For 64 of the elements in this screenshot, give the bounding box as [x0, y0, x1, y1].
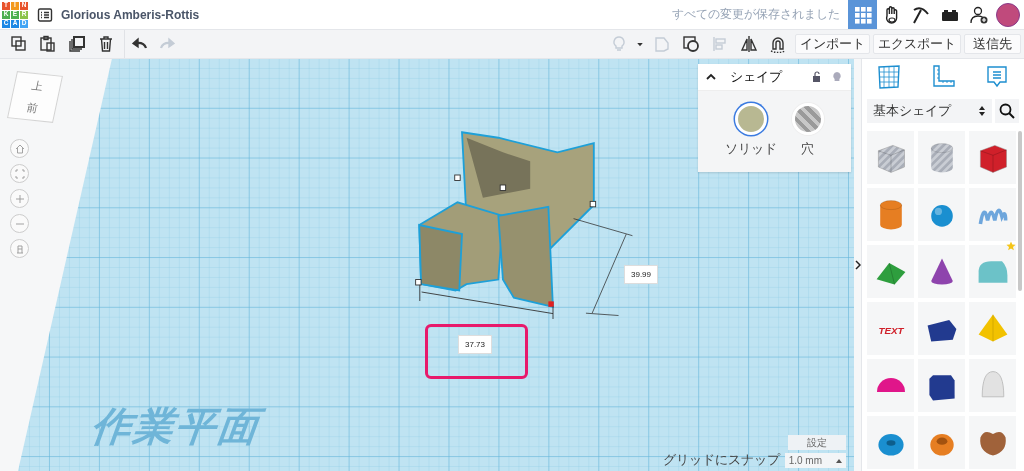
dimension-label[interactable]: 39.99	[624, 265, 659, 284]
plus-icon	[14, 193, 25, 204]
shape-tile[interactable]	[969, 188, 1016, 241]
shape-tile[interactable]	[918, 302, 965, 355]
shape-tile[interactable]	[918, 188, 965, 241]
cube-face-label: 前	[25, 100, 40, 117]
shape-tile[interactable]	[867, 245, 914, 298]
avatar[interactable]	[996, 2, 1020, 27]
save-status: すべての変更が保存されました	[672, 6, 840, 23]
home-icon	[14, 143, 25, 154]
action-button[interactable]: 送信先	[964, 34, 1021, 54]
snap-select[interactable]: 1.0 mm	[784, 453, 846, 468]
shape-tile[interactable]	[918, 245, 965, 298]
shape-tile[interactable]: TEXT	[867, 302, 914, 355]
lock-icon[interactable]	[811, 71, 823, 83]
copy-icon	[9, 35, 28, 53]
view-control-button[interactable]	[10, 139, 29, 158]
search-button[interactable]	[995, 99, 1019, 123]
shape-tile[interactable]	[969, 359, 1016, 412]
view-cube[interactable]: 上 前	[7, 71, 63, 123]
project-title[interactable]: Glorious Amberis-Rottis	[61, 7, 200, 22]
ruler-icon	[930, 64, 956, 90]
snap-label: グリッドにスナップ	[662, 452, 780, 469]
group-icon	[681, 35, 700, 53]
grid-icon	[852, 4, 873, 25]
shape-tile[interactable]	[969, 302, 1016, 355]
inspector-title: シェイプ	[730, 68, 782, 86]
shape-tile[interactable]	[867, 359, 914, 412]
add-user-icon	[968, 4, 989, 25]
shape-tile[interactable]	[867, 416, 914, 469]
action-button[interactable]: インポート	[795, 34, 870, 54]
dimension-label[interactable]: 37.73	[458, 335, 493, 354]
text-shape-icon: TEXT	[872, 310, 909, 347]
align-icon	[710, 35, 729, 53]
magnet-icon	[768, 35, 787, 53]
shape-tile[interactable]	[918, 131, 965, 184]
action-button[interactable]: エクスポート	[873, 34, 961, 54]
mirror-icon	[739, 35, 758, 53]
view-control-button[interactable]	[10, 239, 29, 258]
workplane-icon	[876, 64, 902, 90]
shape-tile[interactable]	[918, 359, 965, 412]
sort-arrows-icon	[978, 105, 986, 117]
category-select[interactable]: 基本シェイプ	[867, 99, 992, 123]
chevron-right-icon[interactable]	[854, 260, 861, 270]
shape-tile[interactable]	[969, 131, 1016, 184]
bulb-icon[interactable]	[831, 71, 843, 83]
shape-tile[interactable]	[867, 188, 914, 241]
caret-icon	[836, 457, 842, 464]
duplicate-icon	[67, 35, 86, 53]
list-icon[interactable]	[37, 6, 53, 23]
settings-button[interactable]: 設定	[788, 435, 846, 450]
perspective-icon	[14, 243, 25, 254]
chevron-icon[interactable]	[706, 72, 716, 82]
shape-type-option[interactable]: ソリッド	[725, 103, 778, 158]
workplane-label: 作業平面	[86, 403, 273, 450]
fit-view-icon	[14, 168, 25, 179]
shape-tile[interactable]	[867, 131, 914, 184]
shape-tile[interactable]	[969, 416, 1016, 469]
search-icon	[999, 103, 1015, 119]
shape-tile[interactable]	[918, 416, 965, 469]
shape-outline-icon	[652, 35, 671, 53]
paste-icon	[38, 35, 57, 53]
cube-face-label: 上	[30, 77, 45, 94]
pickaxe-icon	[910, 4, 931, 25]
